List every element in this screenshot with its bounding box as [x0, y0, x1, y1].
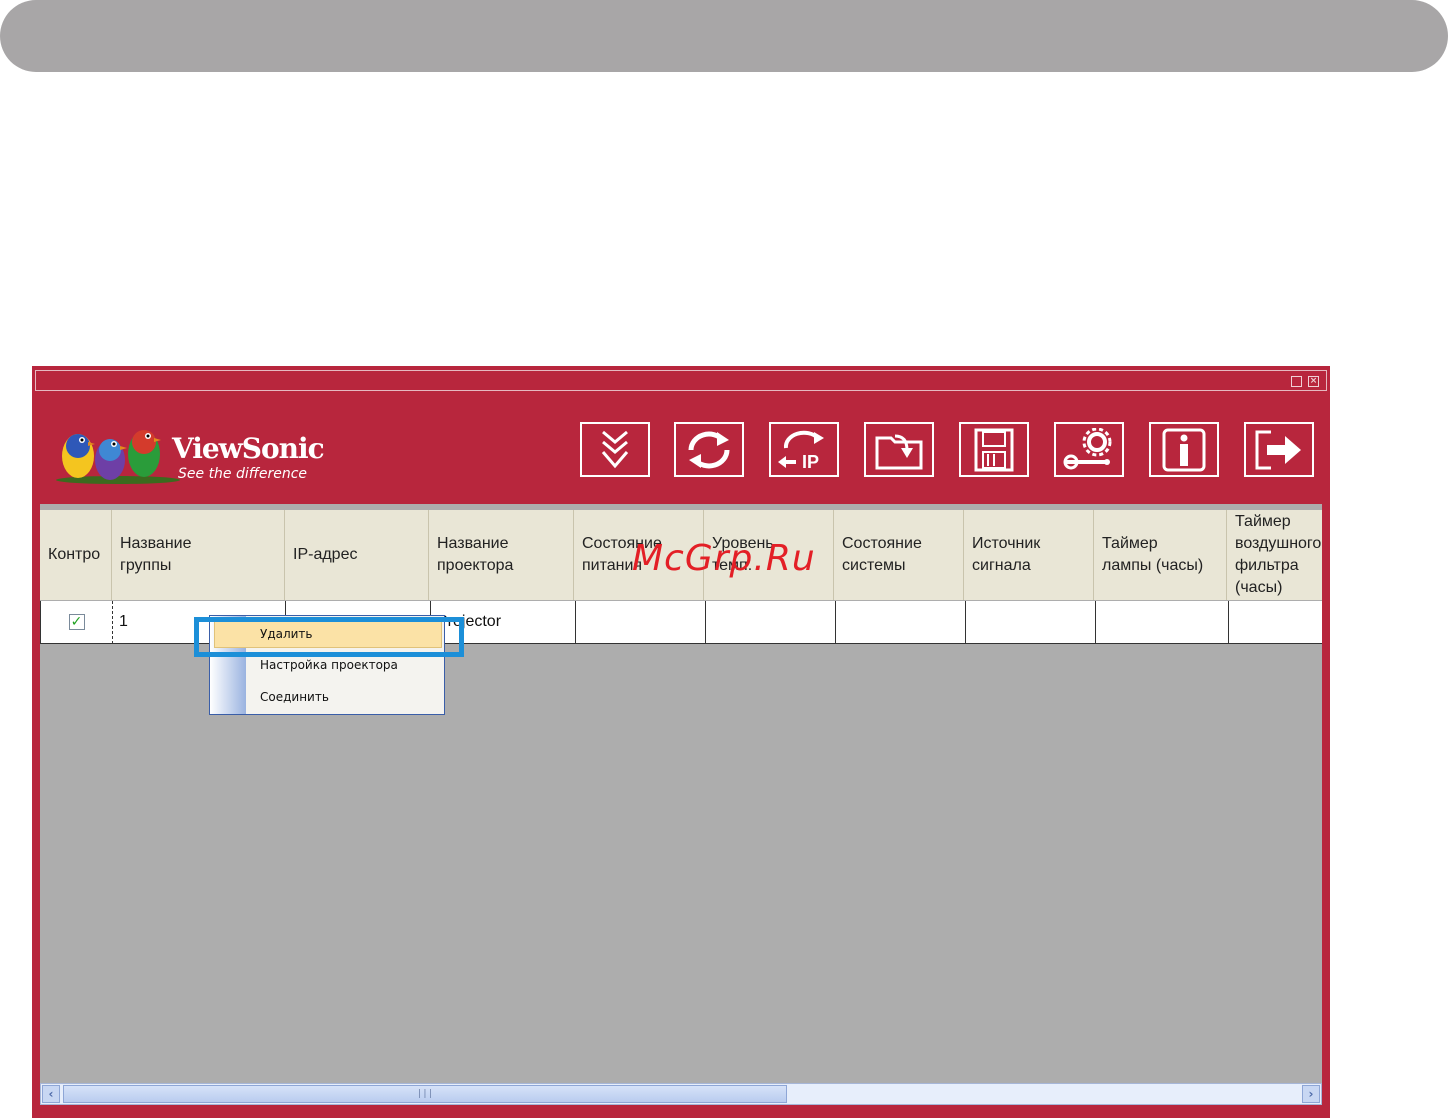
col-header-group[interactable]: Название группы — [112, 510, 285, 600]
folder-import-icon — [875, 434, 923, 469]
scroll-right-icon[interactable]: › — [1302, 1085, 1320, 1103]
scroll-left-icon[interactable]: ‹ — [42, 1085, 60, 1103]
table-cell-lamp[interactable] — [1096, 601, 1229, 644]
brand-name: ViewSonic — [172, 432, 325, 465]
col-header-signal-source[interactable]: Источник сигнала — [964, 510, 1094, 600]
horizontal-scrollbar[interactable]: ‹ ||| › — [40, 1083, 1322, 1105]
table-cell-source[interactable] — [966, 601, 1096, 644]
table-cell-filter[interactable] — [1229, 601, 1322, 644]
menu-item-connect[interactable]: Соединить — [260, 684, 329, 710]
close-icon[interactable]: × — [1308, 376, 1319, 387]
title-bar: × — [35, 370, 1327, 391]
app-window: × ViewSonic See the difference IP Контро… — [32, 366, 1330, 1118]
save-button[interactable] — [959, 422, 1029, 477]
col-header-ip[interactable]: IP-адрес — [285, 510, 429, 600]
col-header-system-status[interactable]: Состояние системы — [834, 510, 964, 600]
scrollbar-thumb[interactable]: ||| — [63, 1085, 787, 1103]
brand-tagline: See the difference — [178, 466, 308, 482]
import-button[interactable] — [864, 422, 934, 477]
settings-button[interactable] — [1054, 422, 1124, 477]
settings-wrench-gear-icon — [1063, 427, 1112, 469]
top-banner — [0, 0, 1448, 72]
exit-button[interactable] — [1244, 422, 1314, 477]
col-header-control[interactable]: Контро — [40, 510, 112, 600]
watermark: McGrp.Ru — [632, 538, 816, 579]
viewsonic-birds-logo — [56, 430, 180, 484]
exit-icon — [1255, 430, 1301, 469]
svg-text:IP: IP — [802, 452, 819, 472]
refresh-button[interactable] — [674, 422, 744, 477]
projector-table: Контро Название группы IP-адрес Название… — [40, 504, 1322, 1084]
info-icon — [1162, 428, 1206, 471]
highlight-callout-box — [194, 617, 464, 657]
change-ip-button[interactable]: IP — [769, 422, 839, 477]
table-row-checkbox-cell[interactable]: ✓ — [40, 601, 113, 644]
table-cell-temp[interactable] — [706, 601, 836, 644]
col-header-projector-name[interactable]: Название проектора — [429, 510, 574, 600]
table-cell-system[interactable] — [836, 601, 966, 644]
save-disk-icon — [974, 428, 1014, 471]
info-button[interactable] — [1149, 422, 1219, 477]
download-button[interactable] — [580, 422, 650, 477]
download-icon — [601, 430, 629, 468]
table-cell-power[interactable] — [576, 601, 706, 644]
col-header-lamp-timer[interactable]: Таймер лампы (часы) — [1094, 510, 1227, 600]
maximize-icon[interactable] — [1291, 376, 1302, 387]
col-header-filter-timer[interactable]: Таймер воздушного фильтра (часы) — [1227, 510, 1322, 600]
refresh-icon — [688, 431, 730, 468]
ip-change-icon: IP — [778, 430, 824, 472]
checkmark-icon[interactable]: ✓ — [68, 614, 85, 630]
